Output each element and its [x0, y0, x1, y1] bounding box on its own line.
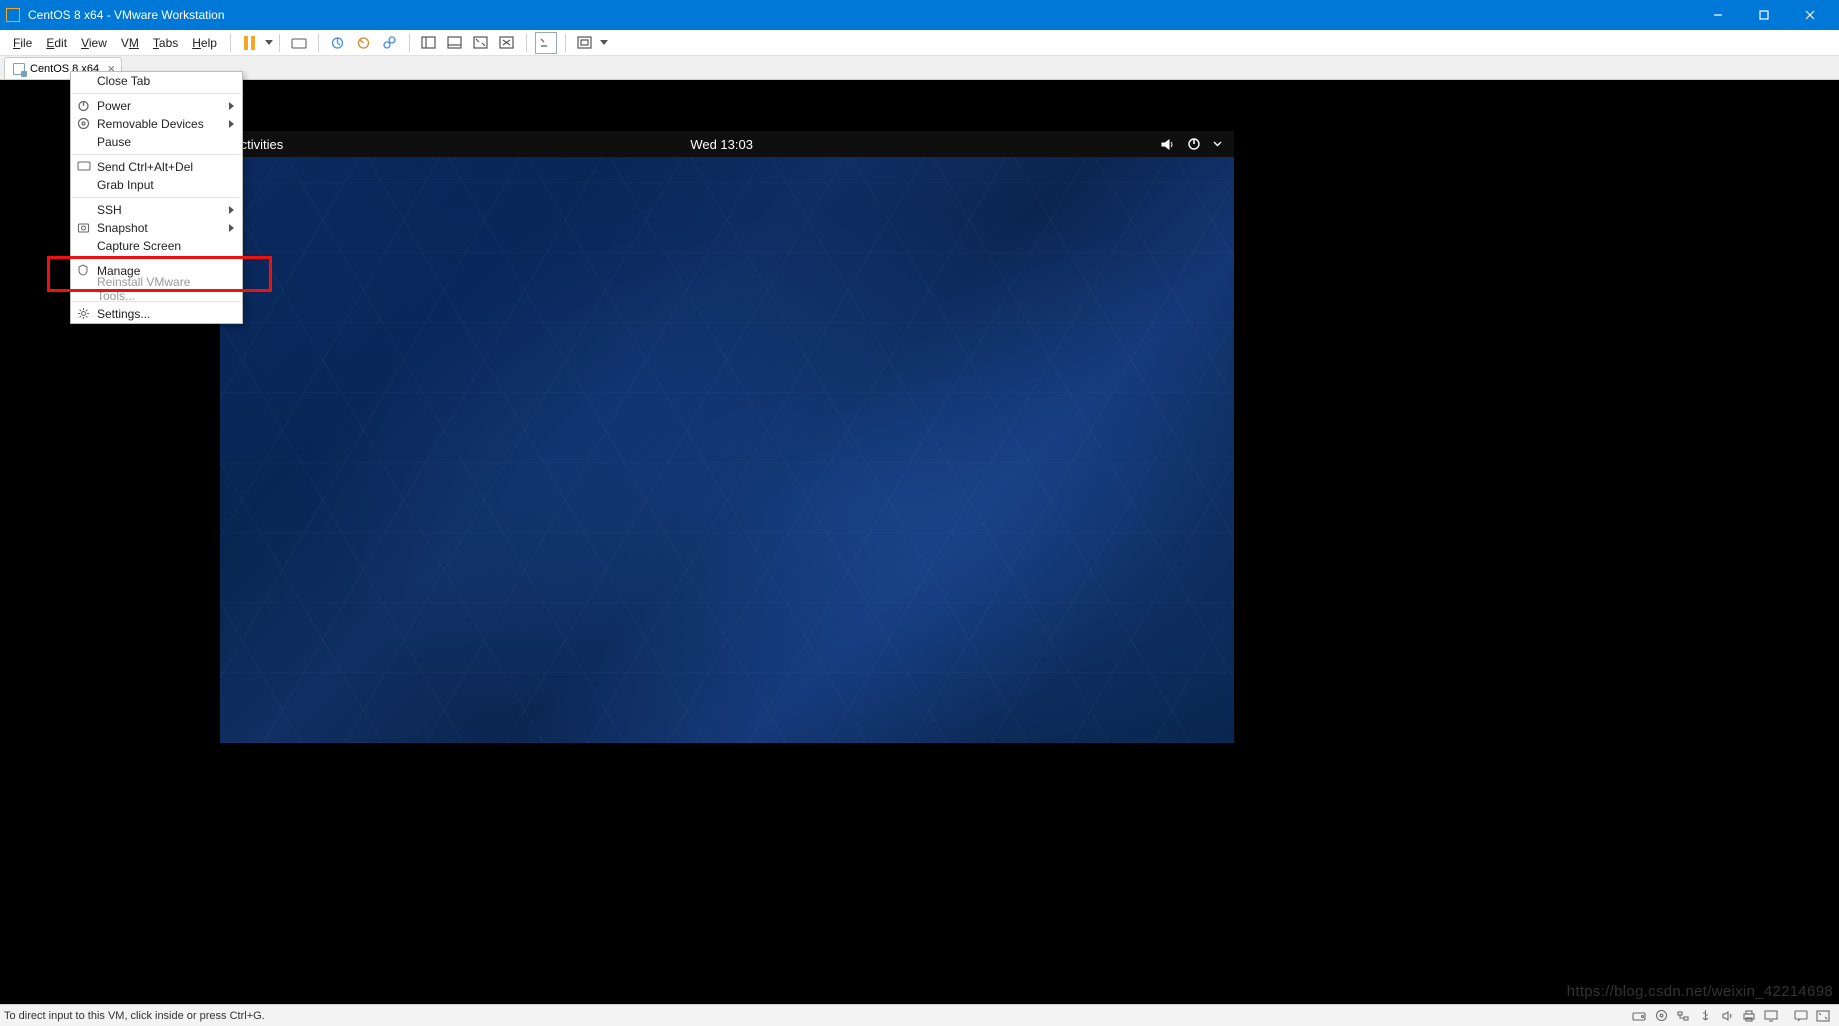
- cm-send-cad[interactable]: Send Ctrl+Alt+Del: [71, 158, 242, 176]
- vm-icon: [13, 63, 25, 75]
- chevron-right-icon: [229, 206, 234, 214]
- device-status-tray: [1631, 1008, 1835, 1024]
- separator: [72, 154, 241, 155]
- power-icon: [1187, 137, 1201, 151]
- cm-grab-input[interactable]: Grab Input: [71, 176, 242, 194]
- volume-icon: [1160, 138, 1175, 151]
- cm-pause[interactable]: Pause: [71, 133, 242, 151]
- snapshot-revert-button[interactable]: [353, 32, 375, 54]
- separator: [72, 258, 241, 259]
- quick-switch-button[interactable]: [535, 32, 557, 54]
- manage-icon: [77, 264, 91, 278]
- titlebar: CentOS 8 x64 - VMware Workstation: [0, 0, 1839, 30]
- sound-icon[interactable]: [1719, 1008, 1735, 1024]
- keyboard-icon: [77, 160, 91, 174]
- statusbar: To direct input to this VM, click inside…: [0, 1004, 1839, 1026]
- minimize-button[interactable]: [1695, 0, 1741, 30]
- cm-ssh[interactable]: SSH: [71, 201, 242, 219]
- close-button[interactable]: [1787, 0, 1833, 30]
- cm-capture-screen[interactable]: Capture Screen: [71, 237, 242, 255]
- window-title: CentOS 8 x64 - VMware Workstation: [28, 8, 1695, 22]
- separator: [318, 34, 319, 52]
- view-unity-button[interactable]: [496, 32, 518, 54]
- separator: [72, 197, 241, 198]
- chevron-down-icon[interactable]: [600, 40, 608, 45]
- menu-edit[interactable]: Edit: [39, 33, 74, 53]
- menu-help[interactable]: Help: [185, 33, 224, 53]
- chevron-down-icon[interactable]: [265, 40, 273, 45]
- pause-vm-button[interactable]: [239, 32, 261, 54]
- snapshot-take-button[interactable]: [327, 32, 349, 54]
- clock[interactable]: Wed 13:03: [690, 137, 753, 152]
- chevron-down-icon: [1213, 141, 1222, 147]
- separator: [279, 34, 280, 52]
- snapshot-manager-button[interactable]: [379, 32, 401, 54]
- gear-icon: [77, 307, 91, 321]
- pause-icon: [244, 36, 255, 50]
- menu-view[interactable]: View: [74, 33, 114, 53]
- send-cad-button[interactable]: [288, 32, 310, 54]
- tab-context-menu: Close Tab Power Removable Devices Pause …: [70, 71, 243, 324]
- view-console-button[interactable]: [444, 32, 466, 54]
- guest-desktop[interactable]: Activities Wed 13:03: [220, 131, 1234, 743]
- cd-icon[interactable]: [1653, 1008, 1669, 1024]
- app-icon: [6, 8, 20, 22]
- cm-reinstall-tools: Reinstall VMware Tools...: [71, 280, 242, 298]
- message-icon[interactable]: [1793, 1008, 1809, 1024]
- cm-snapshot[interactable]: Snapshot: [71, 219, 242, 237]
- separator: [230, 34, 231, 52]
- cm-power[interactable]: Power: [71, 97, 242, 115]
- usb-icon[interactable]: [1697, 1008, 1713, 1024]
- separator: [526, 34, 527, 52]
- status-hint: To direct input to this VM, click inside…: [4, 1010, 1631, 1022]
- separator: [409, 34, 410, 52]
- maximize-button[interactable]: [1741, 0, 1787, 30]
- power-icon: [77, 99, 91, 113]
- hdd-icon[interactable]: [1631, 1008, 1647, 1024]
- view-fullscreen-button[interactable]: [470, 32, 492, 54]
- menu-vm[interactable]: VM: [114, 33, 146, 53]
- display-icon[interactable]: [1763, 1008, 1779, 1024]
- menubar: FFileile Edit View VM Tabs Help: [0, 30, 1839, 56]
- chevron-right-icon: [229, 102, 234, 110]
- chevron-right-icon: [229, 120, 234, 128]
- menu-file[interactable]: FFileile: [6, 33, 39, 53]
- cm-settings[interactable]: Settings...: [71, 305, 242, 323]
- cm-removable-devices[interactable]: Removable Devices: [71, 115, 242, 133]
- printer-icon[interactable]: [1741, 1008, 1757, 1024]
- separator: [72, 93, 241, 94]
- devices-icon: [77, 117, 91, 131]
- network-icon[interactable]: [1675, 1008, 1691, 1024]
- stretch-guest-button[interactable]: [574, 32, 596, 54]
- tab-row: CentOS 8 x64 ×: [0, 56, 1839, 80]
- snapshot-icon: [77, 221, 91, 235]
- chevron-right-icon: [229, 224, 234, 232]
- gnome-top-bar: Activities Wed 13:03: [220, 131, 1234, 157]
- view-single-button[interactable]: [418, 32, 440, 54]
- cm-close-tab[interactable]: Close Tab: [71, 72, 242, 90]
- separator: [565, 34, 566, 52]
- system-tray[interactable]: [1160, 137, 1222, 151]
- fit-screen-icon[interactable]: [1815, 1008, 1831, 1024]
- menu-tabs[interactable]: Tabs: [146, 33, 185, 53]
- vm-viewport[interactable]: Activities Wed 13:03: [0, 80, 1839, 1004]
